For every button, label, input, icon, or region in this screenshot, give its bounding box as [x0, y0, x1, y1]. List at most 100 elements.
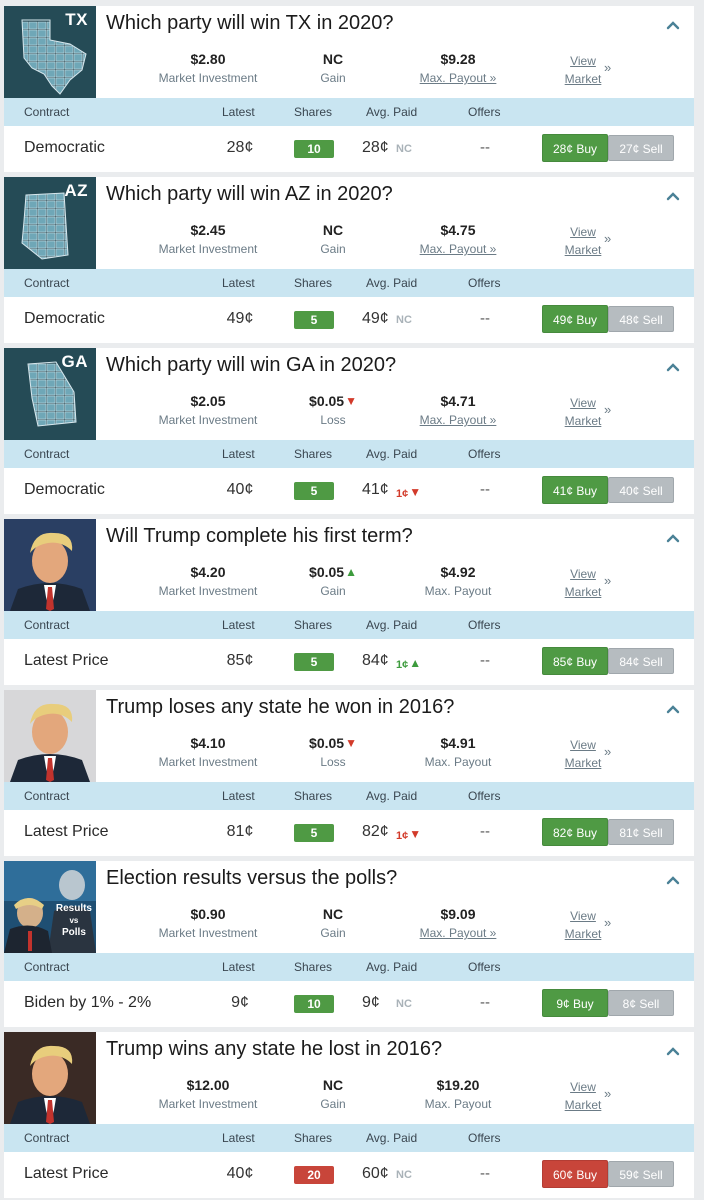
view-market-chevron-icon[interactable]: »: [604, 231, 611, 246]
view-link-line[interactable]: View: [560, 223, 606, 241]
view-market-chevron-icon[interactable]: »: [604, 573, 611, 588]
market-title[interactable]: Trump wins any state he lost in 2016?: [106, 1038, 442, 1061]
chevron-up-icon[interactable]: [666, 873, 680, 887]
view-market-link[interactable]: View Market: [560, 394, 606, 430]
chevron-up-icon[interactable]: [666, 531, 680, 545]
buy-button[interactable]: 28¢ Buy: [542, 134, 608, 162]
sell-button[interactable]: 59¢ Sell: [608, 1161, 674, 1187]
market-link-line[interactable]: Market: [560, 754, 606, 772]
buy-button[interactable]: 85¢ Buy: [542, 647, 608, 675]
max-payout-stat: $4.92 Max. Payout: [408, 563, 508, 598]
market-title[interactable]: Will Trump complete his first term?: [106, 525, 413, 548]
market-link-line[interactable]: Market: [560, 925, 606, 943]
sell-button[interactable]: 40¢ Sell: [608, 477, 674, 503]
column-header-avg-paid: Avg. Paid: [366, 447, 418, 461]
contract-name[interactable]: Latest Price: [24, 652, 108, 670]
sell-button[interactable]: 81¢ Sell: [608, 819, 674, 845]
buy-button[interactable]: 41¢ Buy: [542, 476, 608, 504]
chevron-up-icon[interactable]: [666, 360, 680, 374]
contract-row: Latest Price 40¢ 20 60¢ NC -- 60¢ Buy 59¢ Sell: [4, 1152, 694, 1198]
latest-price: 28¢: [226, 139, 254, 156]
buy-button[interactable]: 9¢ Buy: [542, 989, 608, 1017]
sell-button[interactable]: 27¢ Sell: [608, 135, 674, 161]
investment-label: Market Investment: [158, 755, 258, 769]
avg-paid-change: 1¢▼: [396, 827, 421, 842]
view-market-link[interactable]: View Market: [560, 223, 606, 259]
view-market-chevron-icon[interactable]: »: [604, 1086, 611, 1101]
market-link-line[interactable]: Market: [560, 583, 606, 601]
market-link-line[interactable]: Market: [560, 241, 606, 259]
chevron-up-icon[interactable]: [666, 1044, 680, 1058]
thumbnail-caption: Results vs Polls: [56, 903, 92, 939]
buy-button[interactable]: 60¢ Buy: [542, 1160, 608, 1188]
max-payout-link[interactable]: Max. Payout »: [408, 926, 508, 940]
investment-label: Market Investment: [158, 926, 258, 940]
market-title[interactable]: Which party will win AZ in 2020?: [106, 183, 393, 206]
sell-button[interactable]: 8¢ Sell: [608, 990, 674, 1016]
avg-paid-value: 41¢: [362, 481, 389, 498]
column-header-latest: Latest: [222, 789, 255, 803]
contract-name[interactable]: Democratic: [24, 310, 105, 328]
buy-button[interactable]: 82¢ Buy: [542, 818, 608, 846]
view-market-chevron-icon[interactable]: »: [604, 744, 611, 759]
column-header-avg-paid: Avg. Paid: [366, 618, 418, 632]
contract-row: Democratic 40¢ 5 41¢ 1¢▼ -- 41¢ Buy 40¢ Sell: [4, 468, 694, 514]
avg-paid-change-value: NC: [396, 1169, 412, 1181]
market-link-line[interactable]: Market: [560, 1096, 606, 1114]
view-market-link[interactable]: View Market: [560, 1078, 606, 1114]
view-market-chevron-icon[interactable]: »: [604, 402, 611, 417]
market-card: Will Trump complete his first term? $4.20…: [4, 519, 694, 685]
view-link-line[interactable]: View: [560, 1078, 606, 1096]
column-header-shares: Shares: [294, 105, 333, 119]
column-header-contract: Contract: [24, 618, 70, 632]
view-market-link[interactable]: View Market: [560, 565, 606, 601]
view-market-chevron-icon[interactable]: »: [604, 915, 611, 930]
gain-label: Gain: [320, 242, 346, 256]
contract-name[interactable]: Biden by 1% - 2%: [24, 994, 151, 1012]
market-title[interactable]: Trump loses any state he won in 2016?: [106, 696, 454, 719]
view-link-line[interactable]: View: [560, 394, 606, 412]
view-market-link[interactable]: View Market: [560, 907, 606, 943]
shares-badge: 10: [294, 995, 334, 1013]
view-link-line[interactable]: View: [560, 565, 606, 583]
avg-paid-value: 82¢: [362, 823, 389, 840]
view-link-line[interactable]: View: [560, 907, 606, 925]
view-market-link[interactable]: View Market: [560, 736, 606, 772]
sell-button[interactable]: 84¢ Sell: [608, 648, 674, 674]
contract-name[interactable]: Latest Price: [24, 823, 108, 841]
max-payout-link[interactable]: Max. Payout »: [408, 71, 508, 85]
chevron-up-icon[interactable]: [666, 18, 680, 32]
contract-table-header: Contract Latest Shares Avg. Paid Offers: [4, 269, 694, 297]
chevron-up-icon[interactable]: [666, 702, 680, 716]
column-header-contract: Contract: [24, 105, 70, 119]
max-payout-link[interactable]: Max. Payout »: [408, 413, 508, 427]
chevron-up-icon[interactable]: [666, 189, 680, 203]
column-header-offers: Offers: [468, 105, 501, 119]
view-link-line[interactable]: View: [560, 736, 606, 754]
max-payout-link[interactable]: Max. Payout »: [408, 242, 508, 256]
column-header-offers: Offers: [468, 1131, 501, 1145]
contract-name[interactable]: Democratic: [24, 139, 105, 157]
market-title[interactable]: Which party will win GA in 2020?: [106, 354, 396, 377]
contract-table-header: Contract Latest Shares Avg. Paid Offers: [4, 782, 694, 810]
buy-button[interactable]: 49¢ Buy: [542, 305, 608, 333]
payout-value: $4.71: [440, 393, 476, 409]
sell-button[interactable]: 48¢ Sell: [608, 306, 674, 332]
view-market-chevron-icon[interactable]: »: [604, 60, 611, 75]
market-title[interactable]: Which party will win TX in 2020?: [106, 12, 394, 35]
market-link-line[interactable]: Market: [560, 70, 606, 88]
market-link-line[interactable]: Market: [560, 412, 606, 430]
view-market-link[interactable]: View Market: [560, 52, 606, 88]
contract-name[interactable]: Latest Price: [24, 1165, 108, 1183]
max-payout-label: Max. Payout: [424, 755, 492, 769]
market-title[interactable]: Election results versus the polls?: [106, 867, 397, 890]
arrow-up-icon: ▲: [345, 565, 357, 579]
market-thumbnail: GA: [4, 348, 96, 440]
thumbnail-caption-line: Polls: [61, 927, 86, 938]
contract-row: Democratic 28¢ 10 28¢ NC -- 28¢ Buy 27¢ Sell: [4, 126, 694, 172]
column-header-offers: Offers: [468, 447, 501, 461]
payout-value: $4.75: [440, 222, 476, 238]
arrow-up-icon: ▲: [409, 656, 422, 670]
view-link-line[interactable]: View: [560, 52, 606, 70]
contract-name[interactable]: Democratic: [24, 481, 105, 499]
